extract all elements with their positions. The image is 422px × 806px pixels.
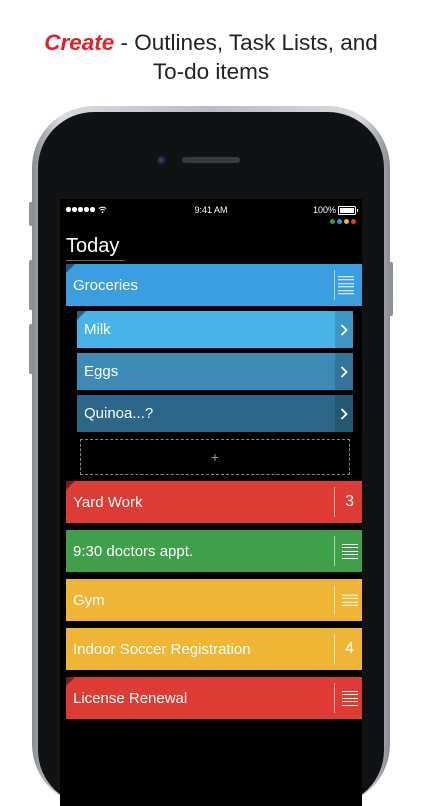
divider	[334, 683, 335, 713]
list-item-label: License Renewal	[73, 689, 188, 707]
notes-lines-icon[interactable]	[342, 541, 358, 561]
list-item-quinoa[interactable]: Quinoa...?	[77, 395, 353, 432]
color-filter-dots[interactable]	[330, 219, 356, 224]
list-item-license-renewal[interactable]: License Renewal	[66, 677, 362, 719]
plus-icon: +	[210, 449, 220, 465]
front-camera	[157, 156, 167, 166]
list-item-label: Eggs	[84, 363, 119, 380]
battery-percent: 100%	[312, 205, 336, 215]
divider	[334, 634, 335, 664]
fold-corner-icon	[77, 311, 86, 320]
phone-body: 9:41 AM 100% Today Groceries Milk Eggs Q…	[38, 112, 384, 806]
headline-emphasis: Create	[44, 30, 115, 55]
list-item-label: Gym	[73, 591, 105, 609]
headline-text-line1: - Outlines, Task Lists, and	[114, 30, 378, 55]
list-item-label: Yard Work	[73, 493, 143, 511]
phone-screen: 9:41 AM 100% Today Groceries Milk Eggs Q…	[60, 199, 362, 806]
list-item-gym[interactable]: Gym	[66, 579, 362, 621]
chevron-right-icon[interactable]	[335, 395, 353, 432]
item-count-badge: 3	[345, 493, 354, 510]
item-count-badge: 4	[345, 640, 354, 657]
chevron-right-icon[interactable]	[335, 311, 353, 348]
fold-corner-icon	[66, 264, 75, 273]
filter-dot-red[interactable]	[351, 219, 356, 224]
add-item-button[interactable]: +	[80, 439, 350, 475]
list-item-groceries[interactable]: Groceries	[66, 264, 362, 306]
list-title: Today	[66, 235, 126, 261]
filter-dot-blue[interactable]	[337, 219, 342, 224]
list-item-milk[interactable]: Milk	[77, 311, 353, 348]
earpiece-speaker	[182, 157, 240, 163]
phone-frame: 9:41 AM 100% Today Groceries Milk Eggs Q…	[32, 106, 390, 806]
list-item-label: Milk	[84, 321, 111, 338]
filter-dot-yellow[interactable]	[344, 219, 349, 224]
status-bar: 9:41 AM 100%	[60, 205, 362, 219]
notes-lines-icon[interactable]	[342, 688, 358, 708]
chevron-right-icon[interactable]	[335, 353, 353, 390]
list-item-yard-work[interactable]: Yard Work 3	[66, 481, 362, 523]
battery-icon	[338, 206, 358, 215]
divider	[334, 487, 335, 517]
headline: Create - Outlines, Task Lists, and To-do…	[0, 28, 422, 86]
list-item-eggs[interactable]: Eggs	[77, 353, 353, 390]
fold-corner-icon	[66, 677, 75, 686]
list-item-indoor-soccer[interactable]: Indoor Soccer Registration 4	[66, 628, 362, 670]
list-item-doctors-appt[interactable]: 9:30 doctors appt.	[66, 530, 362, 572]
headline-text-line2: To-do items	[152, 59, 270, 84]
filter-dot-green[interactable]	[330, 219, 335, 224]
list-lines-icon[interactable]	[338, 273, 354, 297]
list-item-label: Quinoa...?	[84, 405, 154, 422]
list-item-label: Groceries	[73, 276, 139, 294]
divider	[334, 585, 335, 615]
divider	[334, 536, 335, 566]
divider	[334, 270, 335, 300]
notes-lines-icon[interactable]	[342, 592, 358, 609]
fold-corner-icon	[66, 481, 75, 490]
list-item-label: Indoor Soccer Registration	[73, 640, 251, 658]
list-item-label: 9:30 doctors appt.	[73, 542, 194, 560]
